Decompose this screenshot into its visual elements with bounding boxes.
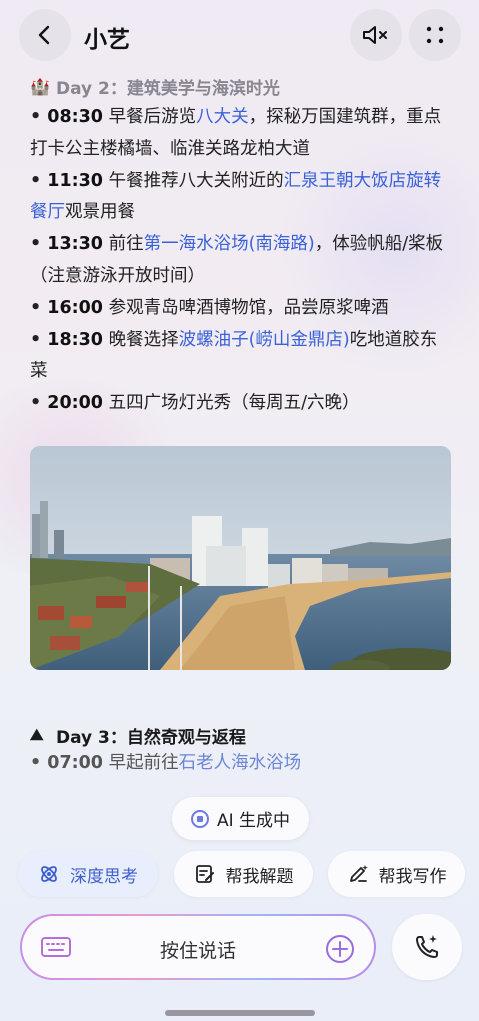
item-time: 08:30 [47, 107, 103, 127]
deep-think-label: 深度思考 [70, 866, 138, 887]
bullet: • [30, 753, 48, 773]
itinerary-day2: 🏰 Day 2：建筑美学与海滨时光 • 08:30 早餐后游览八大关，探秘万国建… [30, 72, 450, 420]
deep-think-button[interactable]: 深度思考 [18, 851, 158, 897]
solve-problem-label: 帮我解题 [225, 866, 294, 887]
mountain-icon: ⛰ [30, 725, 44, 744]
voice-input-bar[interactable]: 按住说话 [20, 914, 376, 980]
voice-call-button[interactable] [392, 914, 462, 980]
itinerary-item: • 08:30 早餐后游览八大关，探秘万国建筑群，重点打卡公主楼橘墙、临淮关路龙… [30, 102, 450, 166]
item-text: 参观青岛啤酒博物馆，品尝原浆啤酒 [108, 297, 389, 318]
bullet: • [30, 107, 48, 127]
bullet: • [30, 297, 48, 318]
itinerary-item: • 11:30 午餐推荐八大关附近的汇泉王朝大饭店旋转餐厅观景用餐 [30, 166, 450, 230]
item-time: 16:00 [47, 297, 103, 318]
item-time: 20:00 [47, 393, 103, 414]
item-time: 13:30 [47, 234, 103, 255]
pen-sparkle-icon [349, 865, 368, 882]
atom-icon [41, 866, 57, 882]
edit-note-icon [195, 865, 214, 883]
speaker-mute-icon [363, 26, 387, 44]
day2-heading: 🏰 Day 2：建筑美学与海滨时光 [30, 72, 450, 100]
item-text: 早餐后游览 [108, 107, 197, 127]
stop-generating-icon [190, 809, 209, 828]
hold-to-talk-label: 按住说话 [159, 940, 236, 962]
mute-button[interactable] [350, 9, 402, 61]
day2-list: • 08:30 早餐后游览八大关，探秘万国建筑群，重点打卡公主楼橘墙、临淮关路龙… [30, 102, 450, 420]
item-time: 11:30 [47, 170, 103, 191]
day2-title: Day 2：建筑美学与海滨时光 [56, 78, 280, 99]
place-link[interactable]: 石老人海水浴场 [179, 753, 302, 773]
grid-dots-icon [426, 26, 444, 44]
place-link[interactable]: 第一海水浴场(南海路) [144, 234, 315, 254]
home-indicator[interactable] [165, 1010, 315, 1016]
item-text: 晚餐选择 [108, 329, 179, 350]
top-bar: 小艺 [0, 0, 479, 72]
item-text-after: 观景用餐 [65, 202, 135, 223]
back-button[interactable] [19, 9, 71, 61]
castle-icon: 🏰 [30, 76, 50, 96]
qingdao-beach-photo[interactable] [30, 446, 451, 670]
itinerary-day3: ⛰ Day 3：自然奇观与返程 • 07:00 早起前往石老人海水浴场 [30, 722, 450, 780]
item-text: 早起前往 [108, 753, 179, 773]
itinerary-item: • 18:30 晚餐选择波螺油子(崂山金鼎店)吃地道胶东菜 [30, 325, 450, 389]
ai-generating-status[interactable]: AI 生成中 [172, 797, 309, 840]
status-label: AI 生成中 [216, 811, 291, 831]
day3-list: • 07:00 早起前往石老人海水浴场 [30, 748, 450, 780]
beach-image [30, 446, 451, 670]
itinerary-item: • 13:30 前往第一海水浴场(南海路)，体验帆船/桨板（注意游泳开放时间） [30, 229, 450, 293]
chevron-left-icon [38, 25, 50, 45]
solve-problem-button[interactable]: 帮我解题 [174, 851, 313, 897]
itinerary-item: • 20:00 五四广场灯光秀（每周五/六晚） [30, 388, 450, 420]
item-text: 五四广场灯光秀（每周五/六晚） [108, 393, 360, 414]
item-time: 18:30 [47, 329, 103, 350]
item-text: 前往 [108, 234, 144, 255]
place-link[interactable]: 波螺油子(崂山金鼎店) [179, 330, 350, 350]
bullet: • [30, 329, 48, 350]
phone-sparkle-icon [416, 935, 438, 958]
help-write-label: 帮我写作 [378, 866, 447, 887]
item-time: 07:00 [47, 753, 103, 773]
bullet: • [30, 234, 48, 255]
item-text: 午餐推荐八大关附近的 [108, 170, 284, 191]
page-title: 小艺 [84, 27, 130, 53]
itinerary-item: • 07:00 早起前往石老人海水浴场 [30, 748, 450, 780]
help-write-button[interactable]: 帮我写作 [328, 851, 465, 897]
day3-heading: ⛰ Day 3：自然奇观与返程 [30, 722, 450, 748]
more-button[interactable] [409, 9, 461, 61]
day3-title: Day 3：自然奇观与返程 [56, 727, 246, 748]
plus-circle-icon[interactable] [324, 933, 356, 965]
bullet: • [30, 393, 48, 414]
place-link[interactable]: 八大关 [196, 107, 249, 127]
bullet: • [30, 170, 48, 191]
itinerary-item: • 16:00 参观青岛啤酒博物馆，品尝原浆啤酒 [30, 293, 450, 325]
